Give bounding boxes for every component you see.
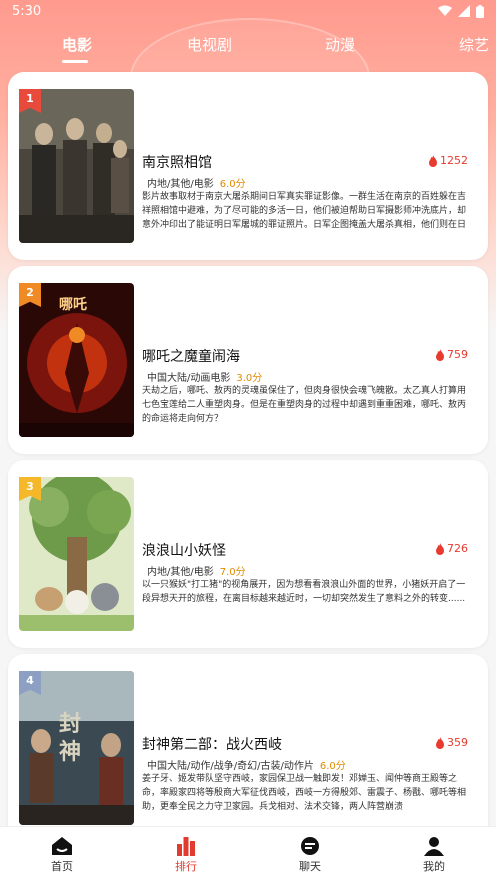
rank-number: 2 <box>26 286 34 299</box>
profile-icon <box>424 836 444 856</box>
tab-movie[interactable]: 电影 <box>62 34 92 55</box>
movie-card[interactable]: 封 神 4 封神第二部：战火西岐 359 中国大陆/动作/战争/奇幻/古装/动作… <box>8 654 488 844</box>
nav-profile-label: 我的 <box>423 859 445 873</box>
movie-poster: 哪吒 <box>19 283 134 437</box>
movie-score: 7.0分 <box>219 567 246 578</box>
rank-number: 3 <box>26 480 34 493</box>
flame-icon <box>436 736 444 749</box>
status-time: 5:30 <box>12 3 42 19</box>
active-tab-indicator <box>62 60 88 63</box>
heat-count: 1252 <box>428 154 468 167</box>
home-icon <box>52 836 72 855</box>
movie-score: 6.0分 <box>319 761 346 772</box>
bottom-navigation: 首页 排行 聊天 我的 <box>0 826 496 882</box>
tab-tv[interactable]: 电视剧 <box>187 34 232 55</box>
movie-score: 6.0分 <box>219 179 246 190</box>
movie-title: 哪吒之魔童闹海 <box>142 349 240 365</box>
movie-poster: 封 神 <box>19 671 134 825</box>
category-tabs: 电影 电视剧 动漫 综艺 <box>0 34 496 70</box>
nav-home-label: 首页 <box>51 859 73 873</box>
flame-icon <box>436 542 444 555</box>
heat-count: 726 <box>435 542 468 555</box>
movie-description: 以一只猴妖"打工猪"的视角展开，因为想看看浪浪山外面的世界，小猪妖开启了一段异想… <box>142 580 466 604</box>
movie-card[interactable]: 1 南京照相馆 1252 内地/其他/电影 6.0分 影片故事取材于南京大屠杀期间… <box>8 72 488 260</box>
tab-variety[interactable]: 综艺 <box>459 34 489 55</box>
movie-meta: 内地/其他/电影 7.0分 <box>147 563 246 578</box>
movie-meta: 内地/其他/电影 6.0分 <box>147 175 246 190</box>
nav-profile[interactable]: 我的 <box>372 827 496 882</box>
flame-icon <box>436 348 444 361</box>
nav-chat-label: 聊天 <box>299 859 321 873</box>
nav-ranking-label: 排行 <box>175 859 197 873</box>
battery-icon <box>476 4 484 18</box>
heat-value: 359 <box>447 736 468 749</box>
heat-value: 1252 <box>440 154 468 167</box>
movie-genre: 内地/其他/电影 <box>147 567 214 578</box>
movie-meta: 中国大陆/动作/战争/奇幻/古装/动作片 6.0分 <box>147 757 346 772</box>
movie-card[interactable]: 哪吒 2 哪吒之魔童闹海 759 中国大陆/动画电影 3.0分 天劫之后，哪吒、敖… <box>8 266 488 454</box>
flame-icon <box>429 154 437 167</box>
movie-card[interactable]: 3 浪浪山小妖怪 726 内地/其他/电影 7.0分 以一只猴妖"打工猪"的视角展… <box>8 460 488 648</box>
heat-count: 359 <box>435 736 468 749</box>
rank-number: 1 <box>26 92 34 105</box>
movie-genre: 中国大陆/动画电影 <box>147 373 231 384</box>
movie-title: 封神第二部：战火西岐 <box>142 737 282 753</box>
movie-description: 影片故事取材于南京大屠杀期间日军真实罪证影像。一群生活在南京的百姓躲在吉祥照相馆… <box>142 192 467 230</box>
movie-poster <box>19 477 134 631</box>
heat-count: 759 <box>435 348 468 361</box>
movie-description: 天劫之后，哪吒、敖丙的灵魂虽保住了，但肉身很快会魂飞魄散。太乙真人打算用七色宝莲… <box>142 386 467 424</box>
svg-text:哪吒: 哪吒 <box>59 297 87 313</box>
ranking-icon <box>177 836 195 856</box>
svg-text:神: 神 <box>59 739 81 765</box>
nav-ranking[interactable]: 排行 <box>124 827 248 882</box>
movie-genre: 内地/其他/电影 <box>147 179 214 190</box>
nav-home[interactable]: 首页 <box>0 827 124 882</box>
status-bar: 5:30 <box>0 0 496 22</box>
movie-poster <box>19 89 134 243</box>
tab-anime[interactable]: 动漫 <box>325 34 355 55</box>
chat-icon <box>301 836 319 855</box>
movie-score: 3.0分 <box>236 373 263 384</box>
wifi-icon <box>438 5 452 16</box>
heat-value: 726 <box>447 542 468 555</box>
movie-title: 南京照相馆 <box>142 155 212 171</box>
movie-title: 浪浪山小妖怪 <box>142 543 226 559</box>
movie-meta: 中国大陆/动画电影 3.0分 <box>147 369 262 384</box>
nav-chat[interactable]: 聊天 <box>248 827 372 882</box>
movie-genre: 中国大陆/动作/战争/奇幻/古装/动作片 <box>147 761 314 772</box>
movie-description: 姜子牙、姬发带队坚守西岐，家园保卫战一触即发！邓婵玉、闻仲等商王殿等之命，率殿家… <box>142 774 467 812</box>
svg-text:封: 封 <box>59 711 81 737</box>
heat-value: 759 <box>447 348 468 361</box>
rank-number: 4 <box>26 674 34 687</box>
signal-icon <box>458 5 470 17</box>
